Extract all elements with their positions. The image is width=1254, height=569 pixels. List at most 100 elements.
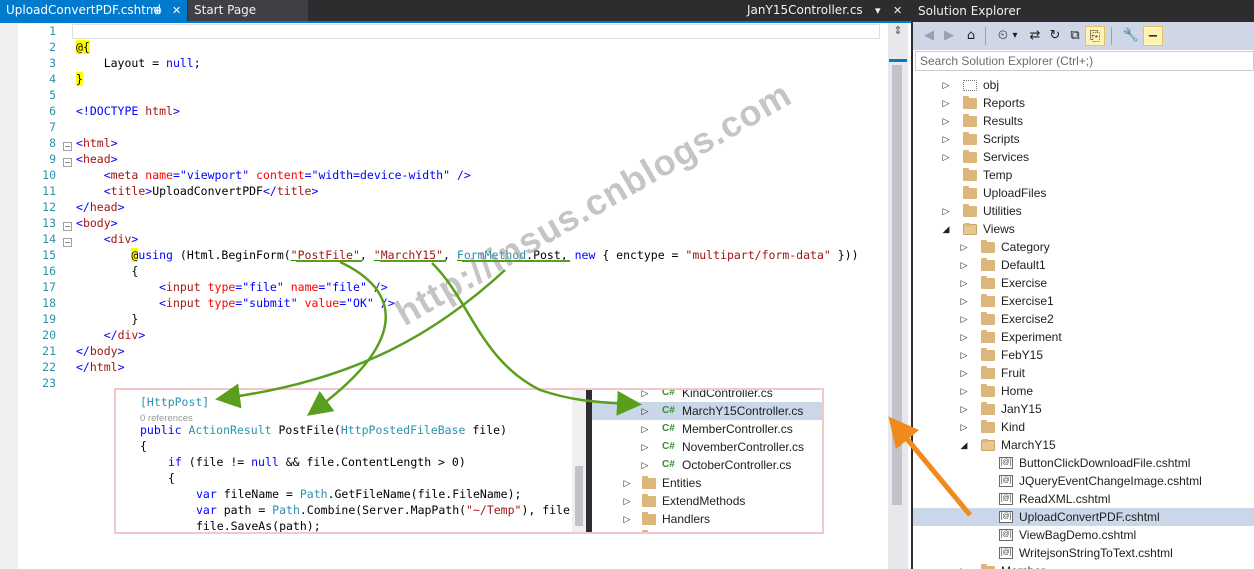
tree-item-reports[interactable]: ▷ Reports (913, 94, 1254, 112)
tree-item-uploadfiles[interactable]: UploadFiles (913, 184, 1254, 202)
expand-arrow-icon[interactable]: ▷ (941, 130, 951, 148)
tree-item-scripts[interactable]: ▷ Scripts (913, 130, 1254, 148)
peek-tree-folder[interactable]: ▷ ExtendMethods (592, 492, 822, 510)
tree-item-services[interactable]: ▷ Services (913, 148, 1254, 166)
tree-item-marchy15[interactable]: ◢ MarchY15 (913, 436, 1254, 454)
expand-arrow-icon[interactable]: ▷ (941, 202, 951, 220)
expand-arrow-icon[interactable]: ▷ (640, 456, 650, 474)
peek-tree-folder[interactable]: ▷ Handlers (592, 510, 822, 528)
tree-item-writejsonstringtotext-cshtml[interactable]: [@] WritejsonStringToText.cshtml (913, 544, 1254, 562)
expand-arrow-icon[interactable]: ▷ (959, 292, 969, 310)
expand-arrow-icon[interactable]: ▷ (941, 76, 951, 94)
tab-upload-convert-pdf[interactable]: UploadConvertPDF.cshtml ⊕ ✕ (0, 0, 187, 21)
expand-arrow-icon[interactable]: ▷ (640, 402, 650, 420)
forward-icon[interactable]: ▶ (939, 26, 959, 46)
tree-item-readxml-cshtml[interactable]: [@] ReadXML.cshtml (913, 490, 1254, 508)
chevron-down-icon[interactable]: ▾ (875, 0, 881, 21)
expand-arrow-icon[interactable]: ▷ (959, 328, 969, 346)
tree-item-fruit[interactable]: ▷ Fruit (913, 364, 1254, 382)
tree-item-jqueryeventchangeimage-cshtml[interactable]: [@] JQueryEventChangeImage.cshtml (913, 472, 1254, 490)
peek-tree-folder[interactable]: ▷ Entities (592, 474, 822, 492)
collapse-toggle-div[interactable]: − (63, 238, 72, 247)
tree-item-temp[interactable]: Temp (913, 166, 1254, 184)
expand-arrow-icon[interactable]: ▷ (941, 94, 951, 112)
pin-icon[interactable]: ⊕ (153, 0, 162, 21)
close-icon[interactable]: ✕ (893, 0, 902, 21)
tree-item-buttonclickdownloadfile-cshtml[interactable]: [@] ButtonClickDownloadFile.cshtml (913, 454, 1254, 472)
peek-tree-cs-file[interactable]: ▷ C# OctoberController.cs (592, 456, 822, 474)
collapse-toggle-head[interactable]: − (63, 158, 72, 167)
peek-tree-cs-file[interactable]: ▷ C# MemberController.cs (592, 420, 822, 438)
tree-item-feby15[interactable]: ▷ FebY15 (913, 346, 1254, 364)
expand-arrow-icon[interactable]: ▷ (959, 400, 969, 418)
back-icon[interactable]: ◀ (919, 26, 939, 46)
tree-item-viewbagdemo-cshtml[interactable]: [@] ViewBagDemo.cshtml (913, 526, 1254, 544)
expand-arrow-icon[interactable]: ▷ (941, 148, 951, 166)
code-token: { enctype = (595, 248, 686, 262)
home-icon[interactable]: ⌂ (961, 26, 981, 46)
expand-arrow-icon[interactable]: ▷ (640, 420, 650, 438)
show-all-files-icon[interactable]: ⎘ (1085, 26, 1105, 46)
tree-item-exercise[interactable]: ▷ Exercise (913, 274, 1254, 292)
tree-item-default1[interactable]: ▷ Default1 (913, 256, 1254, 274)
collapse-arrow-icon[interactable]: ◢ (941, 220, 951, 238)
expand-arrow-icon[interactable]: ▷ (640, 390, 650, 402)
split-window-icon[interactable]: ⇕ (890, 23, 906, 39)
scrollbar-thumb[interactable] (892, 65, 902, 505)
collapse-toggle-html[interactable]: − (63, 142, 72, 151)
collapse-all-icon[interactable]: ⧉ (1065, 26, 1085, 46)
tree-item-experiment[interactable]: ▷ Experiment (913, 328, 1254, 346)
tree-item-member[interactable]: ▷ Member (913, 562, 1254, 569)
solution-explorer-search[interactable]: Search Solution Explorer (Ctrl+;) (915, 51, 1254, 71)
expand-arrow-icon[interactable]: ▷ (622, 510, 632, 528)
tree-item-exercise2[interactable]: ▷ Exercise2 (913, 310, 1254, 328)
tree-item-utilities[interactable]: ▷ Utilities (913, 202, 1254, 220)
expand-arrow-icon[interactable]: ▷ (959, 382, 969, 400)
tab-preview-janY15-controller[interactable]: JanY15Controller.cs ▾ ✕ (730, 0, 911, 21)
expand-arrow-icon[interactable]: ▷ (941, 112, 951, 130)
peek-tree-cs-file[interactable]: ▷ C# NovemberController.cs (592, 438, 822, 456)
expand-arrow-icon[interactable]: ▷ (959, 274, 969, 292)
tree-item-home[interactable]: ▷ Home (913, 382, 1254, 400)
expand-arrow-icon[interactable]: ▷ (959, 418, 969, 436)
refresh-icon[interactable]: ↻ (1045, 26, 1065, 46)
tree-item-exercise1[interactable]: ▷ Exercise1 (913, 292, 1254, 310)
collapse-arrow-icon[interactable]: ◢ (959, 436, 969, 454)
code-token: (file != (181, 455, 252, 469)
code-token: ), file (521, 503, 570, 517)
properties-wrench-icon[interactable]: 🔧 (1121, 26, 1141, 46)
tree-item-uploadconvertpdf-cshtml[interactable]: [@] UploadConvertPDF.cshtml (913, 508, 1254, 526)
tree-item-kind[interactable]: ▷ Kind (913, 418, 1254, 436)
tree-item-views[interactable]: ◢ Views (913, 220, 1254, 238)
expand-arrow-icon[interactable]: ▷ (959, 256, 969, 274)
expand-arrow-icon[interactable]: ▷ (640, 438, 650, 456)
expand-arrow-icon[interactable]: ▷ (622, 528, 632, 532)
collapse-toggle-body[interactable]: − (63, 222, 72, 231)
expand-arrow-icon[interactable]: ▷ (959, 238, 969, 256)
code-token: html (145, 104, 173, 118)
chevron-down-icon[interactable]: ▾ (1009, 26, 1021, 46)
peek-tree-cs-file[interactable]: ▷ C# KindController.cs (592, 390, 822, 402)
peek-tree-folder[interactable]: ▷ HtmlHelpers (592, 528, 822, 532)
tree-item-label: Views (983, 222, 1015, 236)
peek-tree-cs-file[interactable]: ▷ C# MarchY15Controller.cs (592, 402, 822, 420)
scrollbar-thumb[interactable] (575, 466, 583, 526)
code-line-6: <!DOCTYPE html> (76, 103, 180, 119)
expand-arrow-icon[interactable]: ▷ (622, 474, 632, 492)
expand-arrow-icon[interactable]: ▷ (959, 562, 969, 569)
editor-vertical-scrollbar[interactable]: ⇕ (888, 23, 908, 569)
expand-arrow-icon[interactable]: ▷ (959, 346, 969, 364)
sync-icon[interactable]: ⇄ (1025, 26, 1045, 46)
expand-arrow-icon[interactable]: ▷ (959, 310, 969, 328)
close-icon[interactable]: ✕ (172, 0, 181, 21)
tab-start-page[interactable]: Start Page (188, 0, 308, 21)
expand-arrow-icon[interactable]: ▷ (622, 492, 632, 510)
tab-label: UploadConvertPDF.cshtml (6, 3, 161, 17)
tree-item-obj[interactable]: ▷ obj (913, 76, 1254, 94)
tree-item-jany15[interactable]: ▷ JanY15 (913, 400, 1254, 418)
peek-scrollbar[interactable] (572, 390, 586, 532)
tree-item-category[interactable]: ▷ Category (913, 238, 1254, 256)
preview-selected-icon[interactable]: − (1143, 26, 1163, 46)
tree-item-results[interactable]: ▷ Results (913, 112, 1254, 130)
expand-arrow-icon[interactable]: ▷ (959, 364, 969, 382)
